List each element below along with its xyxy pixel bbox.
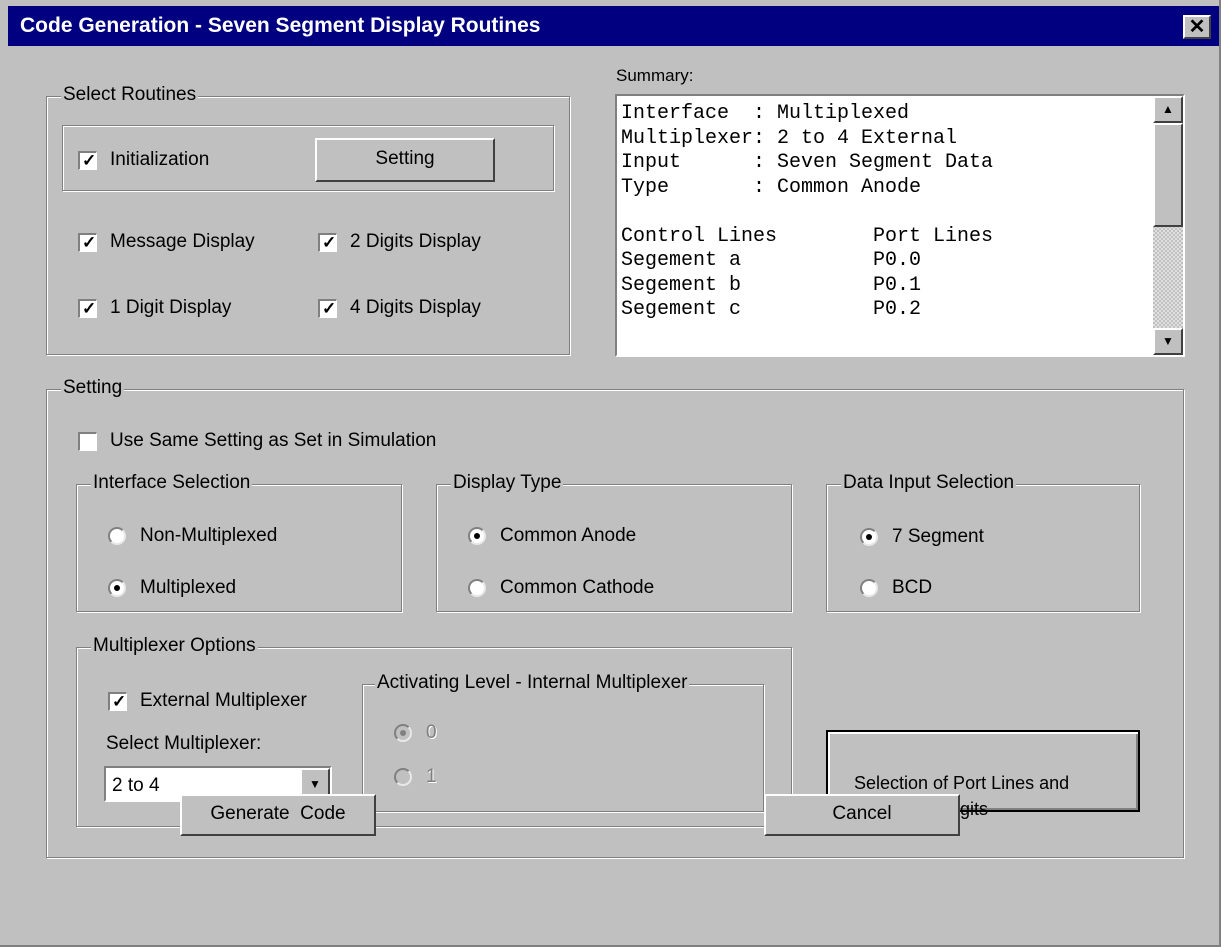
multiplexed-radio[interactable] <box>108 579 126 597</box>
multiplexer-options-legend: Multiplexer Options <box>91 635 258 657</box>
display-type-legend: Display Type <box>451 472 564 494</box>
close-icon: ✕ <box>1188 16 1206 38</box>
seven-segment-label: 7 Segment <box>892 526 984 547</box>
use-same-setting-label: Use Same Setting as Set in Simulation <box>110 430 437 451</box>
cancel-button[interactable]: Cancel <box>764 794 960 836</box>
summary-line: Multiplexer: 2 to 4 External <box>621 126 958 150</box>
code-generation-dialog: Code Generation - Seven Segment Display … <box>0 0 1221 947</box>
check-icon: ✓ <box>112 692 127 711</box>
activating-level-legend: Activating Level - Internal Multiplexer <box>375 672 690 694</box>
data-input-selection-legend: Data Input Selection <box>841 472 1017 494</box>
generate-code-label: Generate Code <box>210 803 346 824</box>
summary-line: Segement b P0.1 <box>621 273 922 297</box>
setting-button[interactable]: Setting <box>315 138 495 182</box>
seven-segment-radio[interactable] <box>860 528 878 546</box>
summary-scrollbar[interactable]: ▲ ▼ <box>1153 96 1183 355</box>
summary-line: Segement a P0.0 <box>621 249 922 272</box>
use-same-setting-checkbox[interactable] <box>78 432 97 451</box>
level-one-radio[interactable] <box>394 768 412 786</box>
triangle-up-icon: ▲ <box>1162 102 1174 116</box>
two-digits-label: 2 Digits Display <box>350 231 481 252</box>
check-icon: ✓ <box>82 233 97 252</box>
level-zero-label: 0 <box>426 722 437 743</box>
select-multiplexer-label: Select Multiplexer: <box>106 733 262 754</box>
message-display-checkbox[interactable]: ✓ <box>78 233 97 252</box>
initialization-checkbox[interactable]: ✓ <box>78 151 97 170</box>
scroll-up-button[interactable]: ▲ <box>1153 96 1183 123</box>
four-digits-label: 4 Digits Display <box>350 297 481 318</box>
multiplexed-label: Multiplexed <box>140 577 237 598</box>
triangle-down-icon: ▼ <box>1162 334 1174 348</box>
summary-line: Type : Common Anode <box>621 175 922 199</box>
activating-level-group: Activating Level - Internal Multiplexer <box>362 672 764 812</box>
select-routines-legend: Select Routines <box>61 84 199 106</box>
interface-selection-group: Interface Selection <box>76 472 402 612</box>
radio-dot <box>114 585 120 591</box>
interface-selection-legend: Interface Selection <box>91 472 253 494</box>
summary-line: Control Lines Port Lines <box>621 224 994 248</box>
setting-button-label: Setting <box>375 148 435 169</box>
multiplexer-select-value: 2 to 4 <box>112 775 160 796</box>
message-display-label: Message Display <box>110 231 255 252</box>
non-multiplexed-radio[interactable] <box>108 527 126 545</box>
summary-line: Input : Seven Segment Data <box>621 151 994 174</box>
summary-label: Summary: <box>616 66 694 85</box>
bcd-label: BCD <box>892 577 933 598</box>
title-bar: Code Generation - Seven Segment Display … <box>8 6 1219 46</box>
setting-legend: Setting <box>61 377 125 399</box>
external-multiplexer-checkbox[interactable]: ✓ <box>108 692 127 711</box>
close-button[interactable]: ✕ <box>1183 15 1211 39</box>
generate-code-button[interactable]: Generate Code <box>180 794 376 836</box>
two-digits-checkbox[interactable]: ✓ <box>318 233 337 252</box>
summary-line: Segement c P0.2 <box>621 298 922 321</box>
level-one-label: 1 <box>426 766 437 787</box>
summary-text: Interface : Multiplexed Multiplexer: 2 t… <box>621 102 993 323</box>
bcd-radio[interactable] <box>860 579 878 597</box>
one-digit-checkbox[interactable]: ✓ <box>78 299 97 318</box>
cancel-label: Cancel <box>832 803 892 824</box>
scroll-down-button[interactable]: ▼ <box>1153 328 1183 355</box>
common-cathode-label: Common Cathode <box>500 577 655 598</box>
check-icon: ✓ <box>322 233 337 252</box>
non-multiplexed-label: Non-Multiplexed <box>140 525 278 546</box>
window-title: Code Generation - Seven Segment Display … <box>20 14 541 37</box>
check-icon: ✓ <box>82 151 97 170</box>
radio-dot <box>866 534 872 540</box>
four-digits-checkbox[interactable]: ✓ <box>318 299 337 318</box>
common-cathode-radio[interactable] <box>468 579 486 597</box>
common-anode-label: Common Anode <box>500 525 637 546</box>
summary-line: Interface : Multiplexed <box>621 102 910 125</box>
chevron-down-icon: ▼ <box>309 777 321 791</box>
external-multiplexer-label: External Multiplexer <box>140 690 307 711</box>
scroll-thumb[interactable] <box>1153 123 1183 227</box>
radio-dot <box>474 533 480 539</box>
check-icon: ✓ <box>82 299 97 318</box>
summary-textbox[interactable]: Interface : Multiplexed Multiplexer: 2 t… <box>615 94 1185 357</box>
radio-dot <box>400 730 406 736</box>
common-anode-radio[interactable] <box>468 527 486 545</box>
check-icon: ✓ <box>322 299 337 318</box>
level-zero-radio[interactable] <box>394 724 412 742</box>
one-digit-label: 1 Digit Display <box>110 297 232 318</box>
initialization-label: Initialization <box>110 149 210 170</box>
